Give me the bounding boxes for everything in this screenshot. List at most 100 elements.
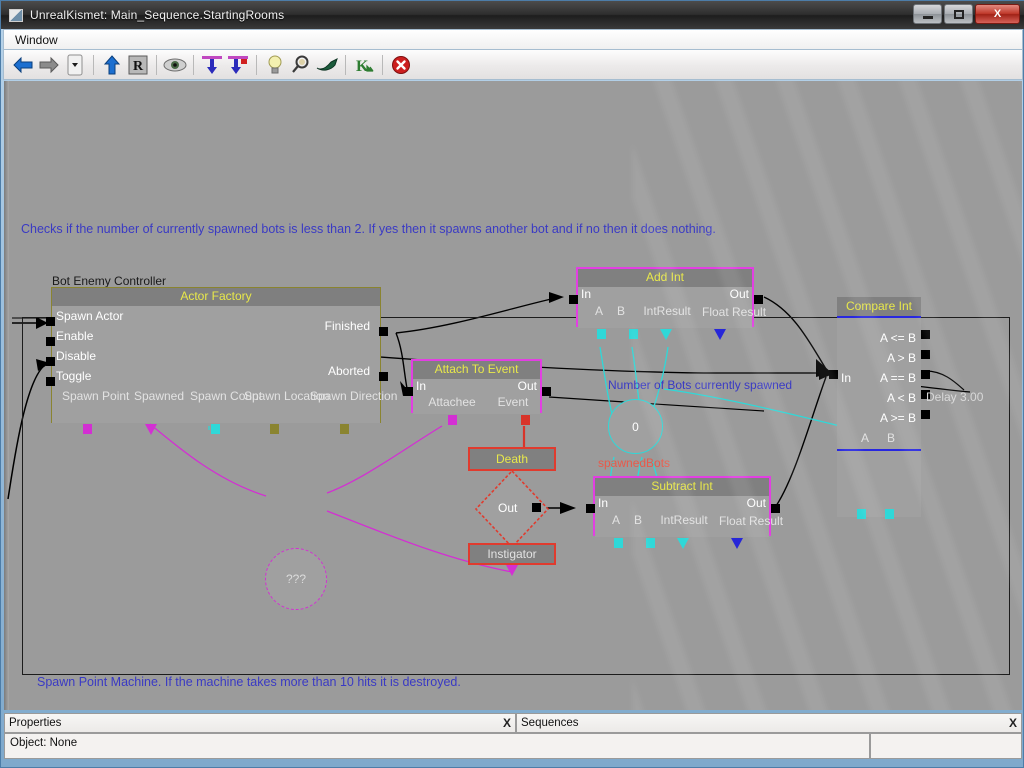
output-finished[interactable]: Finished — [325, 320, 370, 333]
node-attach-to-event[interactable]: Attach To Event In Out Attachee Event — [404, 359, 551, 425]
hide-connectors-icon[interactable] — [162, 52, 188, 78]
connector-a-le-b[interactable] — [921, 330, 930, 339]
connector-a-eq-b[interactable] — [921, 370, 930, 379]
node-compare-int[interactable]: Compare Int A <= B A > B A == B A < B A … — [829, 297, 930, 519]
var-int-result[interactable]: IntResult — [636, 305, 698, 318]
varconn-sub-intresult[interactable] — [677, 538, 689, 549]
input-in[interactable]: In — [581, 288, 591, 301]
curve-editor-icon[interactable] — [314, 52, 340, 78]
connector-sub-in[interactable] — [586, 504, 595, 513]
var-sub-a[interactable]: A — [606, 514, 626, 527]
var-float-result[interactable]: Float Result — [702, 305, 766, 319]
node-death-event[interactable]: Death — [468, 447, 556, 471]
connector-toggle[interactable] — [46, 377, 55, 386]
output-out[interactable]: Out — [730, 288, 749, 301]
var-attachee[interactable]: Attachee — [421, 396, 483, 409]
connector-aborted[interactable] — [379, 372, 388, 381]
connector-sub-out[interactable] — [771, 504, 780, 513]
back-icon[interactable] — [10, 52, 36, 78]
properties-panel-body[interactable]: Object: None — [4, 733, 870, 759]
varconn-add-b[interactable] — [629, 329, 638, 339]
connector-death-out[interactable] — [532, 503, 541, 512]
var-sub-b[interactable]: B — [628, 514, 648, 527]
var-spawn-direction[interactable]: Spawn Direction — [310, 390, 397, 403]
input-compare-in[interactable]: In — [841, 372, 851, 385]
varconn-instigator[interactable] — [506, 565, 518, 576]
clear-connectors-icon[interactable] — [225, 52, 251, 78]
forward-icon[interactable] — [36, 52, 62, 78]
varconn-sub-b[interactable] — [646, 538, 655, 548]
connector-add-int-in[interactable] — [569, 295, 578, 304]
varconn-spawn-point[interactable] — [83, 424, 92, 434]
kismet-bookmark-icon[interactable]: K — [351, 52, 377, 78]
varconn-compare-b[interactable] — [885, 509, 894, 519]
output-death-out[interactable]: Out — [498, 501, 517, 515]
var-sub-float-result[interactable]: Float Result — [719, 514, 783, 528]
history-dropdown-icon[interactable] — [62, 52, 88, 78]
varconn-spawn-count[interactable] — [211, 424, 220, 434]
output-a-le-b[interactable]: A <= B — [880, 332, 916, 345]
varconn-spawned[interactable] — [145, 424, 157, 435]
input-attach-in[interactable]: In — [416, 380, 426, 393]
menu-item-window[interactable]: Window — [8, 31, 65, 49]
varconn-compare-a[interactable] — [857, 509, 866, 519]
varconn-event[interactable] — [521, 415, 530, 425]
connector-spawn-actor[interactable] — [46, 317, 55, 326]
varconn-add-floatresult[interactable] — [714, 329, 726, 340]
connector-add-int-out[interactable] — [754, 295, 763, 304]
sequences-close-icon[interactable]: X — [1009, 716, 1017, 730]
connector-attach-out[interactable] — [542, 387, 551, 396]
delete-icon[interactable] — [388, 52, 414, 78]
zoom-search-icon[interactable] — [288, 52, 314, 78]
properties-close-icon[interactable]: X — [503, 716, 511, 730]
variable-unknown[interactable]: ??? — [265, 548, 327, 610]
varconn-spawn-direction[interactable] — [340, 424, 349, 434]
connector-a-gt-b[interactable] — [921, 350, 930, 359]
input-toggle[interactable]: Toggle — [56, 370, 91, 383]
minimize-button[interactable] — [913, 4, 942, 24]
connector-a-ge-b[interactable] — [921, 410, 930, 419]
connector-compare-in[interactable] — [829, 370, 838, 379]
var-compare-b[interactable]: B — [881, 432, 901, 445]
connector-disable[interactable] — [46, 357, 55, 366]
node-subtract-int[interactable]: Subtract Int In Out A B IntResult Float … — [586, 476, 783, 549]
output-a-eq-b[interactable]: A == B — [880, 372, 916, 385]
varconn-sub-floatresult[interactable] — [731, 538, 743, 549]
connector-finished[interactable] — [379, 327, 388, 336]
varconn-sub-a[interactable] — [614, 538, 623, 548]
output-a-lt-b[interactable]: A < B — [887, 392, 916, 405]
sequences-panel-body[interactable] — [870, 733, 1022, 759]
maximize-button[interactable] — [944, 4, 973, 24]
input-disable[interactable]: Disable — [56, 350, 96, 363]
rename-icon[interactable]: R — [125, 52, 151, 78]
input-spawn-actor[interactable]: Spawn Actor — [56, 310, 123, 323]
var-compare-a[interactable]: A — [855, 432, 875, 445]
variable-spawned-bots[interactable]: 0 — [608, 399, 663, 454]
kismet-canvas[interactable]: Checks if the number of currently spawne… — [4, 81, 1022, 710]
show-connectors-icon[interactable] — [199, 52, 225, 78]
search-actors-icon[interactable] — [262, 52, 288, 78]
output-a-gt-b[interactable]: A > B — [887, 352, 916, 365]
parent-sequence-icon[interactable] — [99, 52, 125, 78]
var-sub-int-result[interactable]: IntResult — [653, 514, 715, 527]
input-sub-in[interactable]: In — [598, 497, 608, 510]
var-b[interactable]: B — [611, 305, 631, 318]
output-aborted[interactable]: Aborted — [328, 365, 370, 378]
output-a-ge-b[interactable]: A >= B — [880, 412, 916, 425]
var-event[interactable]: Event — [489, 396, 537, 409]
varconn-spawn-location[interactable] — [270, 424, 279, 434]
varconn-add-a[interactable] — [597, 329, 606, 339]
var-spawn-location[interactable]: Spawn Location — [244, 390, 329, 403]
connector-attach-in[interactable] — [404, 387, 413, 396]
var-spawn-point[interactable]: Spawn Point — [62, 390, 129, 403]
connector-enable[interactable] — [46, 337, 55, 346]
varconn-attachee[interactable] — [448, 415, 457, 425]
input-enable[interactable]: Enable — [56, 330, 93, 343]
node-add-int[interactable]: Add Int In Out A B IntResult Float Resul… — [569, 267, 766, 340]
var-a[interactable]: A — [589, 305, 609, 318]
output-sub-out[interactable]: Out — [747, 497, 766, 510]
node-death-instigator[interactable]: Instigator — [468, 543, 556, 565]
var-spawn-count[interactable]: Spawn Count — [190, 390, 262, 403]
close-button[interactable]: X — [975, 4, 1020, 24]
output-attach-out[interactable]: Out — [518, 380, 537, 393]
